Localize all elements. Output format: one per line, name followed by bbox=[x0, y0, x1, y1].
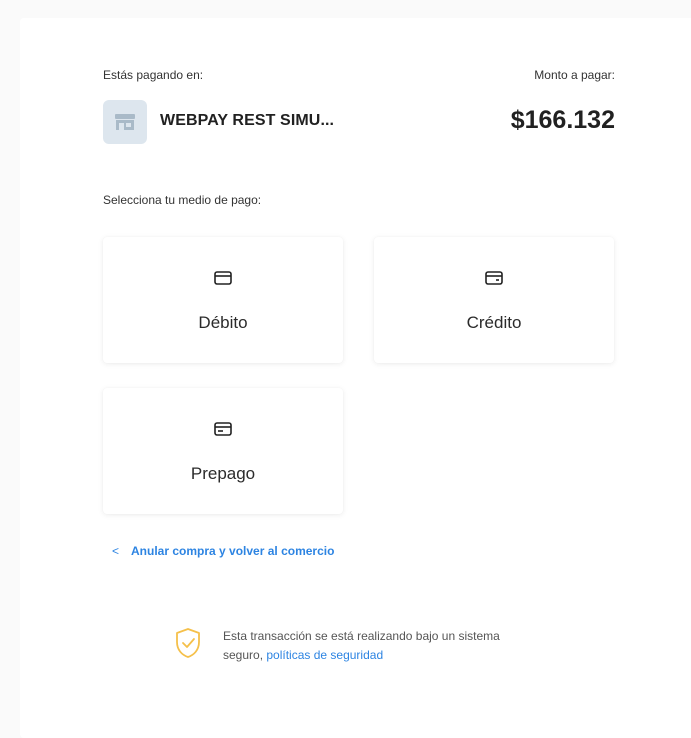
payment-option-label: Prepago bbox=[190, 464, 256, 483]
select-payment-label: Selecciona tu medio de pago: bbox=[103, 193, 262, 207]
prepaid-card-icon bbox=[214, 422, 232, 436]
chevron-left-icon: < bbox=[112, 544, 120, 558]
payment-option-prepago[interactable]: Prepago bbox=[103, 388, 343, 514]
credit-card-icon bbox=[485, 271, 503, 285]
payment-option-label: Débito bbox=[198, 313, 248, 332]
cancel-purchase-label: Anular compra y volver al comercio bbox=[131, 544, 335, 558]
shield-check-icon bbox=[176, 628, 200, 658]
payment-option-label: Crédito bbox=[466, 313, 522, 332]
storefront-icon bbox=[103, 100, 147, 144]
paying-label: Estás pagando en: bbox=[103, 68, 204, 82]
payment-option-debito[interactable]: Débito bbox=[103, 237, 343, 363]
debit-card-icon bbox=[214, 271, 232, 285]
merchant-name: WEBPAY REST SIMU... bbox=[160, 112, 335, 129]
cancel-purchase-link[interactable]: < Anular compra y volver al comercio bbox=[112, 544, 334, 558]
payment-option-credito[interactable]: Crédito bbox=[374, 237, 614, 363]
security-policy-link[interactable]: políticas de seguridad bbox=[266, 648, 383, 662]
amount-label: Monto a pagar: bbox=[534, 68, 615, 82]
merchant-summary: Estás pagando en: Monto a pagar: WEBPAY … bbox=[103, 68, 615, 148]
security-notice: Esta transacción se está realizando bajo… bbox=[175, 623, 535, 663]
checkout-panel: Estás pagando en: Monto a pagar: WEBPAY … bbox=[20, 18, 691, 738]
amount-value: $166.132 bbox=[510, 106, 615, 134]
security-text: Esta transacción se está realizando bajo… bbox=[223, 627, 535, 665]
